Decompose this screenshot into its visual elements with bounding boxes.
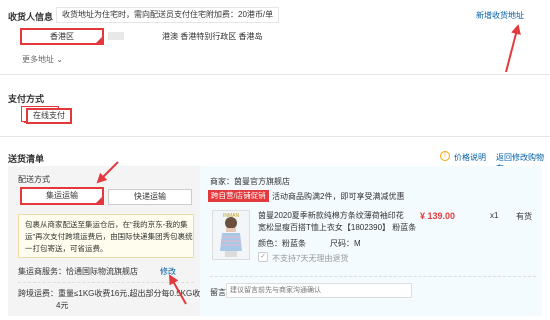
arrow-ship-option <box>96 161 119 184</box>
annotation-arrows <box>96 24 521 305</box>
arrow-add-address <box>505 24 521 73</box>
arrow-modify <box>169 274 187 305</box>
